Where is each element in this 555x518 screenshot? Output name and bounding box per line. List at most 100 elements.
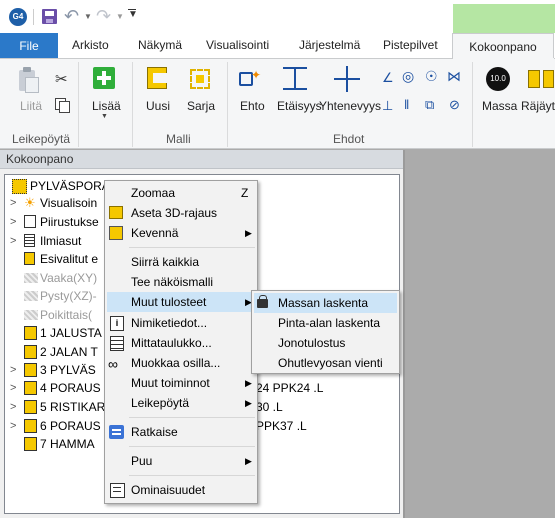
group-separator bbox=[227, 62, 228, 147]
menu-item-clipboard[interactable]: Leikepöytä ▶ bbox=[107, 393, 255, 413]
expand-icon[interactable]: > bbox=[10, 416, 20, 436]
add-icon[interactable] bbox=[93, 67, 115, 89]
sun-icon: ☀ bbox=[24, 195, 36, 210]
parallel-icon[interactable]: ‖ bbox=[404, 97, 409, 112]
menu-item-item-info[interactable]: i Nimiketiedot... bbox=[107, 313, 255, 333]
expand-icon[interactable]: > bbox=[10, 397, 20, 417]
menu-item-batch-print[interactable]: Jonotulostus bbox=[254, 333, 397, 353]
distance-button[interactable]: Etäisyys bbox=[277, 99, 322, 113]
paste-button[interactable]: Liitä bbox=[20, 99, 42, 113]
expand-icon[interactable]: > bbox=[10, 212, 20, 232]
tree-row-label: 3 PYLVÄS bbox=[40, 363, 96, 377]
menu-item-edit-with-parts[interactable]: ∞ Muokkaa osilla... bbox=[107, 353, 255, 373]
tab-jarjestelma[interactable]: Järjestelmä bbox=[299, 38, 360, 54]
menu-item-label: Ominaisuudet bbox=[131, 483, 206, 497]
expand-icon[interactable]: > bbox=[10, 231, 20, 251]
submenu-arrow-icon: ▶ bbox=[245, 456, 252, 466]
angle-icon[interactable]: ∠ bbox=[382, 70, 394, 86]
group-label-ehdot: Ehdot bbox=[333, 132, 365, 146]
paste-icon[interactable] bbox=[17, 67, 39, 93]
expand-icon[interactable]: > bbox=[10, 378, 20, 398]
constraint-button[interactable]: Ehto bbox=[240, 99, 265, 113]
part-icon bbox=[24, 419, 37, 433]
copy-icon[interactable] bbox=[55, 98, 70, 113]
undo-dropdown-icon[interactable]: ▼ bbox=[84, 12, 92, 21]
menu-item-label: Ratkaise bbox=[131, 425, 178, 439]
perpendicular-icon[interactable]: ⊥ bbox=[382, 98, 393, 114]
menu-item-tree[interactable]: Puu ▶ bbox=[107, 451, 255, 471]
mass-icon[interactable]: 10.0 bbox=[486, 67, 510, 91]
align-icon[interactable]: ⧉ bbox=[425, 97, 434, 113]
app-icon-label: G4 bbox=[12, 12, 24, 21]
tab-file[interactable]: File bbox=[0, 33, 58, 58]
menu-item-move-all[interactable]: Siirrä kaikkia bbox=[107, 252, 255, 272]
panel-title: Kokoonpano bbox=[6, 152, 74, 166]
expand-icon[interactable]: > bbox=[10, 360, 20, 380]
concentric-icon[interactable]: ◎ bbox=[402, 68, 414, 85]
menu-item-measure-table[interactable]: Mittataulukko... bbox=[107, 333, 255, 353]
explode-icon[interactable] bbox=[528, 67, 554, 91]
series-button[interactable]: Sarja bbox=[187, 99, 215, 113]
symmetry-icon[interactable]: ⋈ bbox=[447, 68, 461, 85]
submenu-arrow-icon: ▶ bbox=[245, 398, 252, 408]
new-part-icon[interactable] bbox=[147, 67, 169, 91]
panel-splitter[interactable] bbox=[403, 150, 405, 518]
coincidence-button[interactable]: Yhtenevyys bbox=[319, 99, 381, 113]
customize-quick-access-icon[interactable]: ▼ bbox=[128, 9, 138, 20]
menu-item-solve[interactable]: Ratkaise bbox=[107, 422, 255, 442]
cut-icon[interactable]: ✂ bbox=[55, 70, 68, 88]
menu-item-label: Muokkaa osilla... bbox=[131, 356, 221, 370]
menu-item-zoom[interactable]: Zoomaa Z bbox=[107, 183, 255, 203]
explode-button[interactable]: Räjäyt bbox=[521, 99, 555, 113]
add-button[interactable]: Lisää bbox=[92, 99, 121, 113]
menu-item-lighten[interactable]: Kevennä ▶ bbox=[107, 223, 255, 243]
menu-item-other-outputs[interactable]: Muut tulosteet ▶ bbox=[107, 292, 255, 312]
redo-dropdown-icon[interactable]: ▼ bbox=[116, 12, 124, 21]
tab-arkisto[interactable]: Arkisto bbox=[72, 38, 109, 54]
tab-nakyma[interactable]: Näkymä bbox=[138, 38, 182, 54]
menu-item-label: Jonotulostus bbox=[278, 336, 346, 350]
tree-row-label: Esivalitut e bbox=[40, 252, 99, 266]
redo-icon[interactable]: ↷ bbox=[96, 6, 111, 27]
undo-icon[interactable]: ↶ bbox=[64, 6, 79, 27]
menu-item-label: Leikepöytä bbox=[131, 396, 190, 410]
menu-item-label: Ohutlevyosan vienti bbox=[278, 356, 383, 370]
menu-item-mass-calculation[interactable]: Massan laskenta bbox=[254, 293, 397, 313]
fix-icon[interactable]: ⊘ bbox=[449, 97, 460, 113]
solve-icon bbox=[109, 425, 124, 439]
menu-item-set-3d-clip[interactable]: Aseta 3D-rajaus bbox=[107, 203, 255, 223]
menu-item-area-calculation[interactable]: Pinta-alan laskenta bbox=[254, 313, 397, 333]
tab-visualisointi[interactable]: Visualisointi bbox=[206, 38, 269, 54]
menu-item-properties[interactable]: Ominaisuudet bbox=[107, 480, 255, 500]
menu-item-label: Mittataulukko... bbox=[131, 336, 212, 350]
add-dropdown-icon[interactable]: ▼ bbox=[101, 113, 108, 120]
part-icon bbox=[24, 381, 37, 395]
expand-icon[interactable]: > bbox=[10, 193, 20, 213]
menu-item-create-model[interactable]: Tee näköismalli bbox=[107, 272, 255, 292]
constraint-icon[interactable]: ✦ bbox=[239, 68, 265, 90]
menu-item-label: Aseta 3D-rajaus bbox=[131, 206, 218, 220]
contextual-tab-strip bbox=[453, 4, 555, 33]
new-button[interactable]: Uusi bbox=[146, 99, 170, 113]
divider bbox=[33, 9, 34, 25]
plane-icon bbox=[24, 310, 38, 320]
tab-kokoonpano[interactable]: Kokoonpano bbox=[452, 33, 554, 59]
drawing-icon bbox=[24, 215, 36, 228]
app-icon[interactable]: G4 bbox=[9, 8, 27, 26]
coincident-icon[interactable] bbox=[334, 66, 360, 92]
tab-pistepilvet[interactable]: Pistepilvet bbox=[383, 38, 438, 54]
menu-item-sheet-metal-export[interactable]: Ohutlevyosan vienti bbox=[254, 353, 397, 373]
plane-icon bbox=[24, 291, 38, 301]
save-icon[interactable] bbox=[42, 9, 57, 24]
distance-icon[interactable] bbox=[283, 66, 307, 92]
group-label-malli: Malli bbox=[166, 132, 191, 146]
tangent-icon[interactable]: ☉ bbox=[425, 68, 438, 85]
tree-row-label: Visualisoin bbox=[40, 196, 98, 210]
group-separator bbox=[78, 62, 79, 147]
info-icon: i bbox=[110, 316, 124, 331]
menu-item-label: Massan laskenta bbox=[278, 296, 369, 310]
menu-item-other-functions[interactable]: Muut toiminnot ▶ bbox=[107, 373, 255, 393]
mass-button[interactable]: Massa bbox=[482, 99, 517, 113]
group-separator bbox=[472, 62, 473, 147]
series-icon[interactable] bbox=[188, 67, 212, 91]
